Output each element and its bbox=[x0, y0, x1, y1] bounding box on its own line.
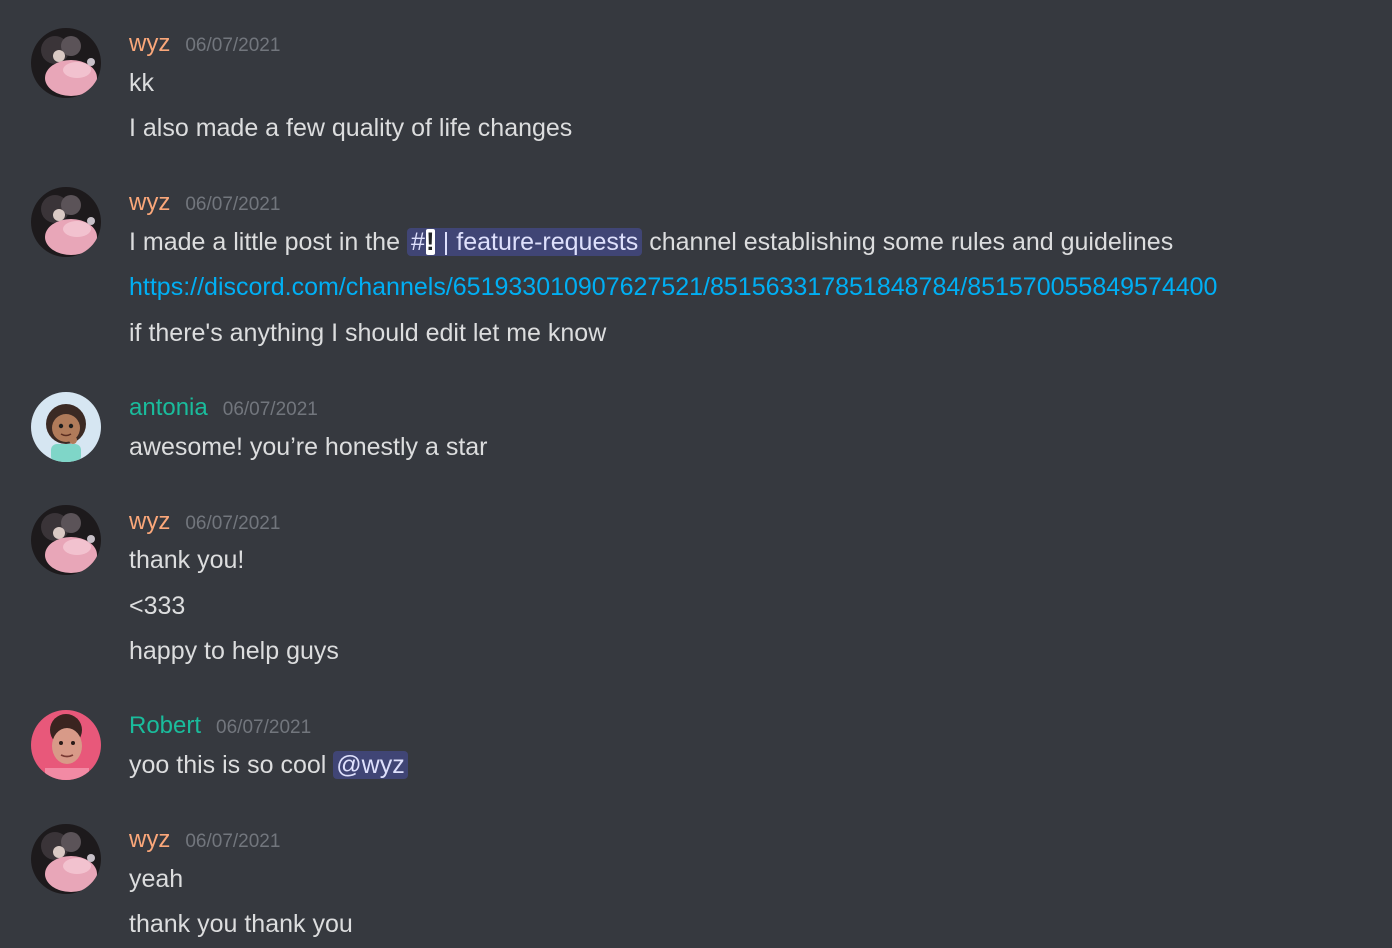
avatar-wyz[interactable] bbox=[31, 187, 101, 257]
timestamp: 06/07/2021 bbox=[216, 717, 312, 738]
message-text: kk bbox=[129, 69, 154, 97]
avatar-wyz[interactable] bbox=[31, 28, 101, 98]
message-text-segment: I made a little post in the bbox=[129, 228, 400, 256]
channel-separator: | bbox=[442, 228, 450, 256]
message-text: I made a little post in the #! | feature… bbox=[129, 226, 1173, 258]
chat-messages: wyz 06/07/2021 kk I also made a few qual… bbox=[0, 0, 1392, 948]
timestamp: 06/07/2021 bbox=[185, 513, 281, 534]
channel-hash-icon: # bbox=[410, 228, 425, 256]
exclamation-emoji-icon: ! bbox=[425, 228, 435, 256]
message-text: if there's anything I should edit let me… bbox=[129, 319, 607, 347]
message-text: yoo this is so cool @wyz bbox=[129, 749, 408, 781]
avatar-wyz[interactable] bbox=[31, 824, 101, 894]
message-text: happy to help guys bbox=[129, 637, 339, 665]
username[interactable]: Robert bbox=[129, 712, 201, 740]
timestamp: 06/07/2021 bbox=[185, 831, 281, 852]
message-text: awesome! you’re honestly a star bbox=[129, 433, 488, 461]
user-mention[interactable]: @wyz bbox=[333, 751, 408, 779]
timestamp: 06/07/2021 bbox=[185, 35, 281, 56]
message-text: <333 bbox=[129, 592, 186, 620]
message-text: yeah bbox=[129, 865, 184, 893]
message-text-segment: yoo this is so cool bbox=[129, 751, 327, 779]
message-text: thank you thank you bbox=[129, 910, 353, 938]
channel-name: feature-requests bbox=[456, 228, 639, 256]
avatar-antonia[interactable] bbox=[31, 392, 101, 462]
message-text-segment: channel establishing some rules and guid… bbox=[649, 228, 1174, 256]
username[interactable]: wyz bbox=[129, 508, 170, 536]
message-text: I also made a few quality of life change… bbox=[129, 114, 573, 142]
message-link[interactable]: https://discord.com/channels/65193301090… bbox=[129, 271, 1217, 303]
username[interactable]: wyz bbox=[129, 189, 170, 217]
timestamp: 06/07/2021 bbox=[222, 399, 318, 420]
channel-mention[interactable]: #! | feature-requests bbox=[406, 228, 643, 256]
avatar-robert[interactable] bbox=[31, 710, 101, 780]
avatar-wyz[interactable] bbox=[31, 505, 101, 575]
timestamp: 06/07/2021 bbox=[185, 194, 281, 215]
username[interactable]: antonia bbox=[129, 394, 208, 422]
message-text: thank you! bbox=[129, 546, 245, 574]
username[interactable]: wyz bbox=[129, 826, 170, 854]
username[interactable]: wyz bbox=[129, 30, 170, 58]
